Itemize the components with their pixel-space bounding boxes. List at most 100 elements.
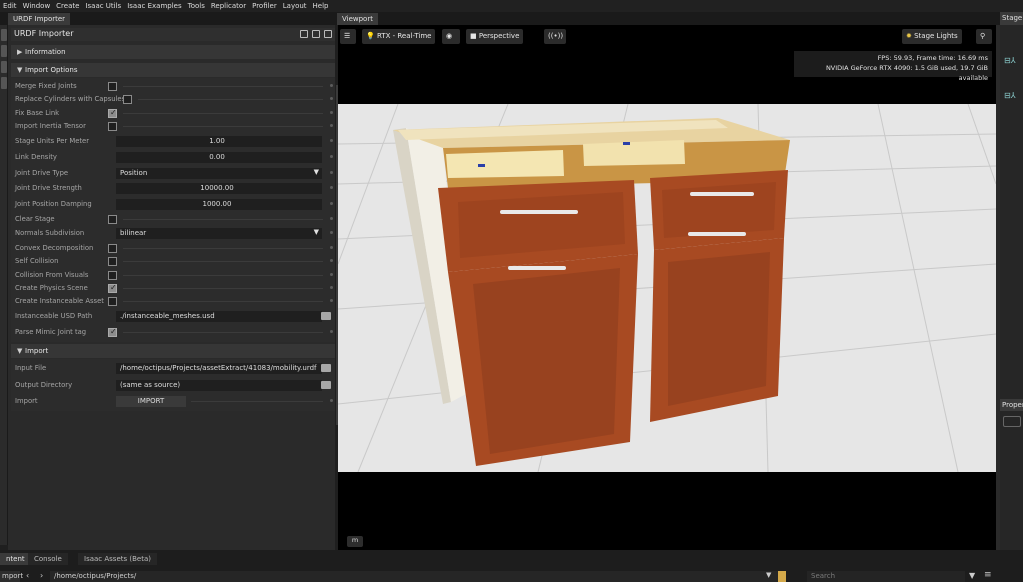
- clear-stage-checkbox[interactable]: [108, 215, 117, 224]
- input-file-field[interactable]: /home/octipus/Projects/assetExtract/4108…: [116, 363, 322, 374]
- tool-icon[interactable]: [1, 77, 7, 89]
- scene-render[interactable]: [338, 104, 996, 472]
- viewport[interactable]: ☰ 💡 RTX - Real-Time ◉ ■ Perspective ((•)…: [338, 25, 996, 550]
- tab-properties[interactable]: Proper: [1000, 399, 1023, 411]
- m-button[interactable]: m: [347, 536, 363, 547]
- menu-edit[interactable]: Edit: [0, 2, 20, 10]
- eye-icon[interactable]: ◉: [442, 29, 460, 44]
- edit-icon[interactable]: [300, 30, 308, 38]
- joint-drive-type-select[interactable]: Position ▼: [116, 168, 322, 179]
- camera-button[interactable]: ■ Perspective: [466, 29, 524, 44]
- location-pin-icon[interactable]: ⚲: [976, 29, 992, 44]
- dropdown-arrow-icon: ▼: [313, 228, 319, 236]
- tab-urdf-importer[interactable]: URDF Importer: [8, 13, 71, 25]
- lightbulb-icon: 💡: [366, 32, 377, 40]
- create-instanceable-checkbox[interactable]: [108, 297, 117, 306]
- forward-arrow-icon[interactable]: ›: [40, 571, 43, 580]
- section-import[interactable]: ▼ Import: [11, 344, 335, 358]
- search-input[interactable]: Search: [807, 571, 965, 582]
- tab-content[interactable]: ntent: [0, 553, 31, 565]
- option-instanceable-usd-path: Instanceable USD Path ./instanceable_mes…: [11, 310, 335, 323]
- folder-icon[interactable]: [321, 364, 331, 372]
- sun-icon: ✹: [906, 32, 915, 40]
- option-joint-drive-strength: Joint Drive Strength 10000.00: [11, 182, 335, 195]
- section-import-options[interactable]: ▼ Import Options: [11, 63, 335, 77]
- instanceable-usd-path-field[interactable]: ./instanceable_meshes.usd: [116, 311, 322, 322]
- back-arrow-icon[interactable]: ‹: [26, 571, 29, 580]
- viewport-tabstrip: Viewport: [337, 12, 1000, 25]
- option-stage-units: Stage Units Per Meter 1.00: [11, 135, 335, 148]
- urdf-importer-panel: URDF Importer ▶ Information ▼ Import Optio…: [8, 25, 339, 550]
- option-collision-from-visuals: Collision From Visuals: [11, 269, 335, 282]
- folder-icon[interactable]: [321, 381, 331, 389]
- tab-console[interactable]: Console: [28, 553, 68, 565]
- folder-icon[interactable]: [321, 312, 331, 320]
- settings-sliders-icon[interactable]: ☰: [340, 29, 356, 44]
- joint-drive-strength-field[interactable]: 10000.00: [116, 183, 322, 194]
- menu-help[interactable]: Help: [310, 2, 332, 10]
- option-merge-fixed-joints: Merge Fixed Joints: [11, 80, 335, 93]
- option-replace-cylinders: Replace Cylinders with Capsules: [11, 93, 335, 106]
- tab-viewport[interactable]: Viewport: [337, 13, 378, 25]
- parse-mimic-checkbox[interactable]: [108, 327, 117, 337]
- bookmark-icon[interactable]: [778, 571, 786, 582]
- stage-units-field[interactable]: 1.00: [116, 136, 322, 147]
- collision-from-visuals-checkbox[interactable]: [108, 271, 117, 280]
- normals-subdivision-select[interactable]: bilinear ▼: [116, 228, 322, 239]
- joint-position-damping-field[interactable]: 1000.00: [116, 199, 322, 210]
- stage-tree-icon[interactable]: ⊟⅄: [1004, 91, 1016, 100]
- stage-lights-button[interactable]: ✹ Stage Lights: [902, 29, 962, 44]
- caret-right-icon: ▶: [17, 48, 23, 56]
- menu-bar: Edit Window Create Isaac Utils Isaac Exa…: [0, 0, 1023, 12]
- import-button[interactable]: IMPORT: [116, 396, 186, 407]
- menu-profiler[interactable]: Profiler: [249, 2, 280, 10]
- fps-readout: FPS: 59.93, Frame time: 16.69 ms: [877, 54, 988, 62]
- section-information[interactable]: ▶ Information: [11, 45, 335, 59]
- tool-icon[interactable]: [1, 61, 7, 73]
- bottom-panel: ntent Console Isaac Assets (Beta) mport …: [0, 550, 1023, 582]
- option-convex-decomposition: Convex Decomposition: [11, 242, 335, 255]
- tool-icon[interactable]: [1, 45, 7, 57]
- import-inertia-checkbox[interactable]: [108, 122, 117, 131]
- link-density-field[interactable]: 0.00: [116, 152, 322, 163]
- output-directory-field[interactable]: (same as source): [116, 380, 322, 391]
- link-icon[interactable]: [324, 30, 332, 38]
- caret-down-icon: ▼: [17, 66, 23, 74]
- render-mode-button[interactable]: 💡 RTX - Real-Time: [362, 29, 436, 44]
- option-fix-base-link: Fix Base Link: [11, 107, 335, 120]
- dropdown-arrow-icon[interactable]: ▼: [766, 571, 771, 579]
- merge-fixed-joints-checkbox[interactable]: [108, 82, 117, 91]
- create-physics-scene-checkbox[interactable]: [108, 283, 117, 293]
- import-button[interactable]: mport: [0, 571, 23, 582]
- import-row: Import IMPORT: [11, 395, 335, 408]
- left-tabstrip: URDF Importer: [0, 12, 337, 25]
- option-self-collision: Self Collision: [11, 255, 335, 268]
- menu-replicator[interactable]: Replicator: [208, 2, 249, 10]
- menu-layout[interactable]: Layout: [280, 2, 310, 10]
- menu-window[interactable]: Window: [20, 2, 54, 10]
- stage-tree-icon[interactable]: ⊟⅄: [1004, 56, 1016, 65]
- tab-isaac-assets[interactable]: Isaac Assets (Beta): [78, 553, 157, 565]
- convex-decomposition-checkbox[interactable]: [108, 244, 117, 253]
- hamburger-menu-icon[interactable]: ≡: [984, 570, 992, 580]
- option-normals-subdivision: Normals Subdivision bilinear ▼: [11, 227, 335, 240]
- path-field[interactable]: /home/octipus/Projects/: [50, 571, 785, 582]
- replace-cylinders-checkbox[interactable]: [123, 95, 132, 104]
- menu-isaac-examples[interactable]: Isaac Examples: [124, 2, 184, 10]
- viewport-toolbar: ☰ 💡 RTX - Real-Time ◉ ■ Perspective ((•)…: [338, 27, 996, 47]
- fix-base-link-checkbox[interactable]: [108, 108, 117, 118]
- folder-icon[interactable]: [312, 30, 320, 38]
- filter-icon[interactable]: ▼: [969, 571, 975, 580]
- menu-create[interactable]: Create: [53, 2, 82, 10]
- option-parse-mimic: Parse Mimic Joint tag: [11, 326, 335, 339]
- property-search-icon[interactable]: [1003, 416, 1021, 427]
- broadcast-icon[interactable]: ((•)): [544, 29, 566, 44]
- caret-down-icon: ▼: [17, 347, 23, 355]
- menu-tools[interactable]: Tools: [185, 2, 208, 10]
- tool-icon[interactable]: [1, 29, 7, 41]
- self-collision-checkbox[interactable]: [108, 257, 117, 266]
- menu-isaac-utils[interactable]: Isaac Utils: [82, 2, 124, 10]
- tab-stage[interactable]: Stage: [1000, 12, 1023, 25]
- option-joint-drive-type: Joint Drive Type Position ▼: [11, 167, 335, 180]
- option-clear-stage: Clear Stage: [11, 213, 335, 226]
